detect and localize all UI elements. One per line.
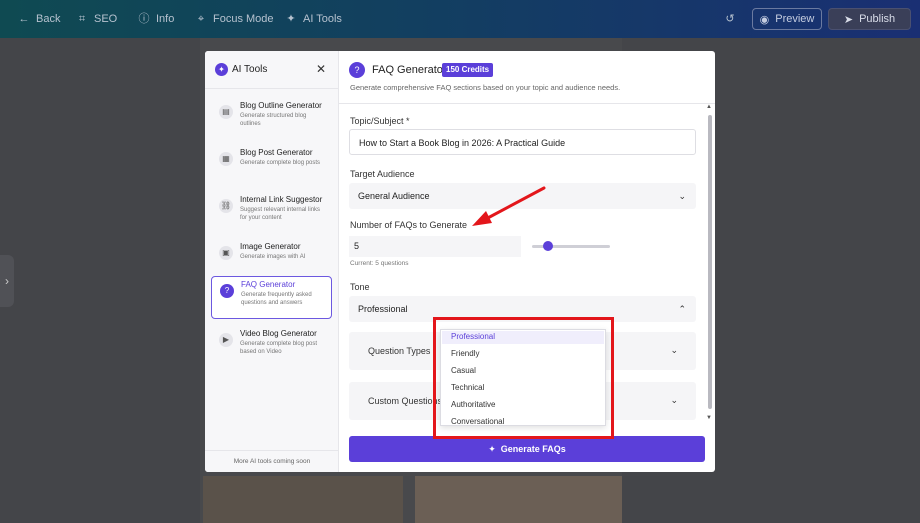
tool-faq-generator[interactable]: ? FAQ Generator Generate frequently aske… (211, 276, 332, 319)
faq-icon: ? (349, 62, 365, 78)
focus-icon: ⌖ (197, 13, 205, 25)
credits-badge: 150 Credits (442, 63, 494, 77)
video-icon: ▶ (219, 333, 233, 347)
scroll-down-icon[interactable]: ▼ (706, 415, 712, 421)
tool-blog-outline-generator[interactable]: ▤ Blog Outline Generator Generate struct… (211, 98, 332, 141)
generate-faqs-button[interactable]: ✦ Generate FAQs (349, 436, 705, 462)
audience-label: Target Audience (350, 169, 415, 179)
tool-name: Image Generator (240, 242, 301, 251)
image-icon: ▣ (219, 246, 233, 260)
faq-count-hint: Current: 5 questions (350, 260, 409, 267)
preview-label: Preview (775, 13, 815, 25)
tool-description: Suggest relevant internal links for your… (240, 207, 321, 221)
preview-button[interactable]: ◉ Preview (752, 8, 822, 30)
tool-name: Blog Outline Generator (240, 101, 322, 110)
tool-name: Video Blog Generator (240, 329, 317, 338)
topic-label: Topic/Subject * (350, 116, 410, 126)
background-image-left (203, 476, 403, 523)
tone-value: Professional (358, 304, 408, 314)
ai-tools-label: AI Tools (303, 13, 342, 25)
history-icon: ↺ (725, 13, 735, 25)
back-button[interactable]: ← Back (18, 12, 61, 26)
history-button[interactable]: ↺ (724, 12, 736, 26)
slider-thumb[interactable] (542, 241, 553, 251)
seo-icon: ⌗ (78, 13, 86, 25)
faq-count-label: Number of FAQs to Generate (350, 220, 468, 230)
info-label: Info (156, 13, 175, 25)
scrollbar-thumb[interactable] (708, 115, 712, 409)
chevron-down-icon: ⌄ (678, 191, 686, 201)
tool-blog-post-generator[interactable]: ▦ Blog Post Generator Generate complete … (211, 145, 332, 188)
arrow-left-icon: ← (18, 13, 30, 25)
chevron-down-icon: ⌄ (670, 345, 678, 355)
focus-mode-label: Focus Mode (213, 13, 274, 25)
chevron-down-icon: ⌄ (670, 395, 678, 405)
chevron-right-icon[interactable]: › (0, 255, 14, 307)
tool-description: Generate images with AI (240, 254, 306, 260)
tool-video-blog-generator[interactable]: ▶ Video Blog Generator Generate complete… (211, 326, 332, 369)
publish-button[interactable]: ➤ Publish (828, 8, 911, 30)
eye-icon: ◉ (759, 13, 770, 26)
document-icon: ▤ (219, 105, 233, 119)
ai-tools-logo-icon: ✦ (215, 63, 228, 76)
generate-label: Generate FAQs (500, 444, 566, 454)
faq-count-value: 5 (354, 241, 360, 251)
divider (339, 103, 715, 104)
topic-input[interactable]: How to Start a Book Blog in 2026: A Prac… (349, 129, 696, 155)
tool-description: Generate complete blog post based on Vid… (240, 341, 318, 355)
topic-value: How to Start a Book Blog in 2026: A Prac… (359, 138, 566, 148)
scroll-up-icon[interactable]: ▲ (706, 104, 712, 110)
tool-name: Internal Link Suggestor (240, 195, 323, 204)
audience-value: General Audience (358, 191, 430, 201)
tool-description: Generate structured blog outlines (240, 113, 307, 127)
article-icon: ▦ (219, 152, 233, 166)
panel-description: Generate comprehensive FAQ sections base… (350, 83, 621, 92)
tool-internal-link-suggestor[interactable]: ⛓ Internal Link Suggestor Suggest releva… (211, 192, 332, 235)
sidebar-header: ✦ AI Tools ✕ (205, 51, 339, 89)
top-bar: ← Back ⌗ SEO ⓘ Info ⌖ Focus Mode ✦ AI To… (0, 0, 920, 38)
ai-tools-button[interactable]: ✦ AI Tools (285, 12, 342, 26)
tool-description: Generate complete blog posts (240, 160, 321, 166)
info-button[interactable]: ⓘ Info (138, 12, 175, 26)
close-icon[interactable]: ✕ (316, 62, 326, 76)
link-icon: ⛓ (219, 199, 233, 213)
sidebar-footer: More AI tools coming soon (205, 450, 339, 472)
wand-icon: ✦ (488, 443, 496, 454)
question-types-label: Question Types (368, 346, 431, 356)
background-image-right (415, 476, 622, 523)
annotation-highlight-box (433, 317, 614, 439)
sidebar-title: AI Tools (232, 64, 268, 75)
publish-label: Publish (859, 13, 896, 25)
annotation-arrow-icon (472, 186, 546, 226)
question-icon: ? (220, 284, 234, 298)
back-label: Back (36, 13, 61, 25)
custom-questions-label: Custom Questions (368, 396, 443, 406)
wand-icon: ✦ (286, 13, 296, 25)
tool-name: Blog Post Generator (240, 148, 313, 157)
tool-name: FAQ Generator (241, 280, 296, 289)
info-icon: ⓘ (138, 13, 150, 25)
seo-label: SEO (94, 13, 118, 25)
faq-count-input[interactable]: 5 (349, 236, 521, 257)
send-icon: ➤ (843, 13, 854, 26)
panel-title: FAQ Generator (372, 64, 447, 76)
tools-sidebar: ✦ AI Tools ✕ ▤ Blog Outline Generator Ge… (205, 51, 339, 472)
focus-mode-button[interactable]: ⌖ Focus Mode (195, 12, 274, 26)
chevron-up-icon: ⌃ (678, 304, 686, 314)
seo-button[interactable]: ⌗ SEO (76, 12, 117, 26)
tone-label: Tone (350, 282, 370, 292)
tool-description: Generate frequently asked questions and … (241, 292, 312, 306)
